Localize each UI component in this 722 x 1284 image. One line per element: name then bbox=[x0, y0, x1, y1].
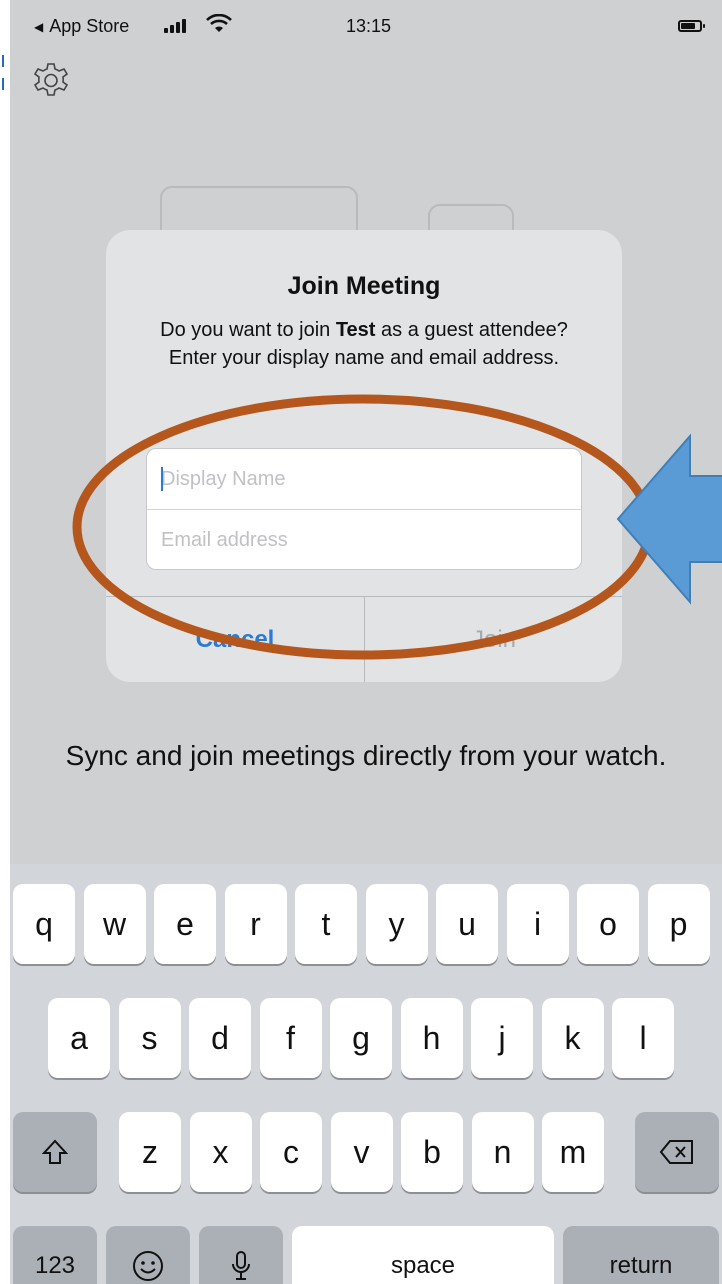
dictation-key[interactable] bbox=[199, 1226, 283, 1284]
key-s[interactable]: s bbox=[118, 998, 181, 1078]
dialog-message-prefix: Do you want to join bbox=[160, 319, 336, 341]
key-m[interactable]: m bbox=[542, 1112, 604, 1192]
key-g[interactable]: g bbox=[330, 998, 392, 1078]
back-app-label: App Store bbox=[49, 16, 130, 36]
emoji-key[interactable] bbox=[106, 1226, 190, 1284]
emoji-icon bbox=[133, 1251, 163, 1281]
cancel-button[interactable]: Cancel bbox=[106, 597, 364, 682]
key-o[interactable]: o bbox=[577, 884, 639, 964]
backspace-icon bbox=[659, 1140, 693, 1164]
input-group bbox=[146, 448, 582, 570]
key-f[interactable]: f bbox=[259, 998, 322, 1078]
shift-key[interactable] bbox=[13, 1112, 97, 1192]
key-q[interactable]: q bbox=[13, 884, 75, 964]
battery-icon bbox=[678, 20, 705, 32]
status-time: 13:15 bbox=[346, 16, 392, 36]
key-l[interactable]: l bbox=[612, 998, 674, 1078]
key-b[interactable]: b bbox=[401, 1112, 463, 1192]
key-y[interactable]: y bbox=[365, 884, 428, 964]
key-i[interactable]: i bbox=[506, 884, 569, 964]
left-edge-strip bbox=[0, 0, 10, 1284]
cellular-signal-icon bbox=[164, 17, 186, 33]
key-u[interactable]: u bbox=[436, 884, 498, 964]
key-d[interactable]: d bbox=[189, 998, 251, 1078]
email-field[interactable] bbox=[147, 510, 581, 569]
key-w[interactable]: w bbox=[83, 884, 146, 964]
key-n[interactable]: n bbox=[471, 1112, 534, 1192]
phone-screen: ◀ App Store 13:15 Join Meeting Do you wa… bbox=[10, 0, 722, 1284]
key-p[interactable]: p bbox=[647, 884, 710, 964]
key-c[interactable]: c bbox=[260, 1112, 322, 1192]
shift-icon bbox=[41, 1139, 69, 1164]
back-to-app-link[interactable]: ◀ App Store bbox=[34, 16, 129, 37]
back-triangle-icon: ◀ bbox=[34, 19, 44, 34]
key-a[interactable]: a bbox=[48, 998, 110, 1078]
edge-mark bbox=[2, 78, 9, 90]
space-key[interactable]: space bbox=[292, 1226, 554, 1284]
annotation-arrow-icon bbox=[616, 433, 722, 605]
key-r[interactable]: r bbox=[224, 884, 287, 964]
key-x[interactable]: x bbox=[189, 1112, 252, 1192]
text-cursor bbox=[161, 467, 163, 491]
dialog-message: Do you want to join Test as a guest atte… bbox=[134, 316, 594, 372]
key-v[interactable]: v bbox=[330, 1112, 393, 1192]
status-bar: ◀ App Store 13:15 bbox=[10, 0, 722, 42]
numbers-key[interactable]: 123 bbox=[13, 1226, 97, 1284]
meeting-name: Test bbox=[335, 319, 376, 341]
microphone-icon bbox=[232, 1251, 250, 1280]
key-k[interactable]: k bbox=[541, 998, 604, 1078]
onscreen-keyboard: q w e r t y u i o p a s d f g h j k l z x c v b n m 123 space return bbox=[10, 864, 722, 1284]
join-meeting-dialog: Join Meeting Do you want to join Test as… bbox=[106, 230, 622, 682]
key-j[interactable]: j bbox=[471, 998, 533, 1078]
key-e[interactable]: e bbox=[154, 884, 216, 964]
key-h[interactable]: h bbox=[400, 998, 463, 1078]
dialog-title: Join Meeting bbox=[287, 272, 441, 300]
return-key[interactable]: return bbox=[563, 1226, 719, 1284]
delete-key[interactable] bbox=[635, 1112, 719, 1192]
key-z[interactable]: z bbox=[119, 1112, 181, 1192]
wifi-icon bbox=[206, 14, 232, 32]
key-t[interactable]: t bbox=[295, 884, 357, 964]
join-button[interactable]: Join bbox=[365, 597, 622, 682]
edge-mark bbox=[2, 55, 9, 67]
gear-icon[interactable] bbox=[28, 60, 74, 106]
sync-description: Sync and join meetings directly from you… bbox=[65, 740, 667, 771]
display-name-field[interactable] bbox=[147, 449, 581, 509]
